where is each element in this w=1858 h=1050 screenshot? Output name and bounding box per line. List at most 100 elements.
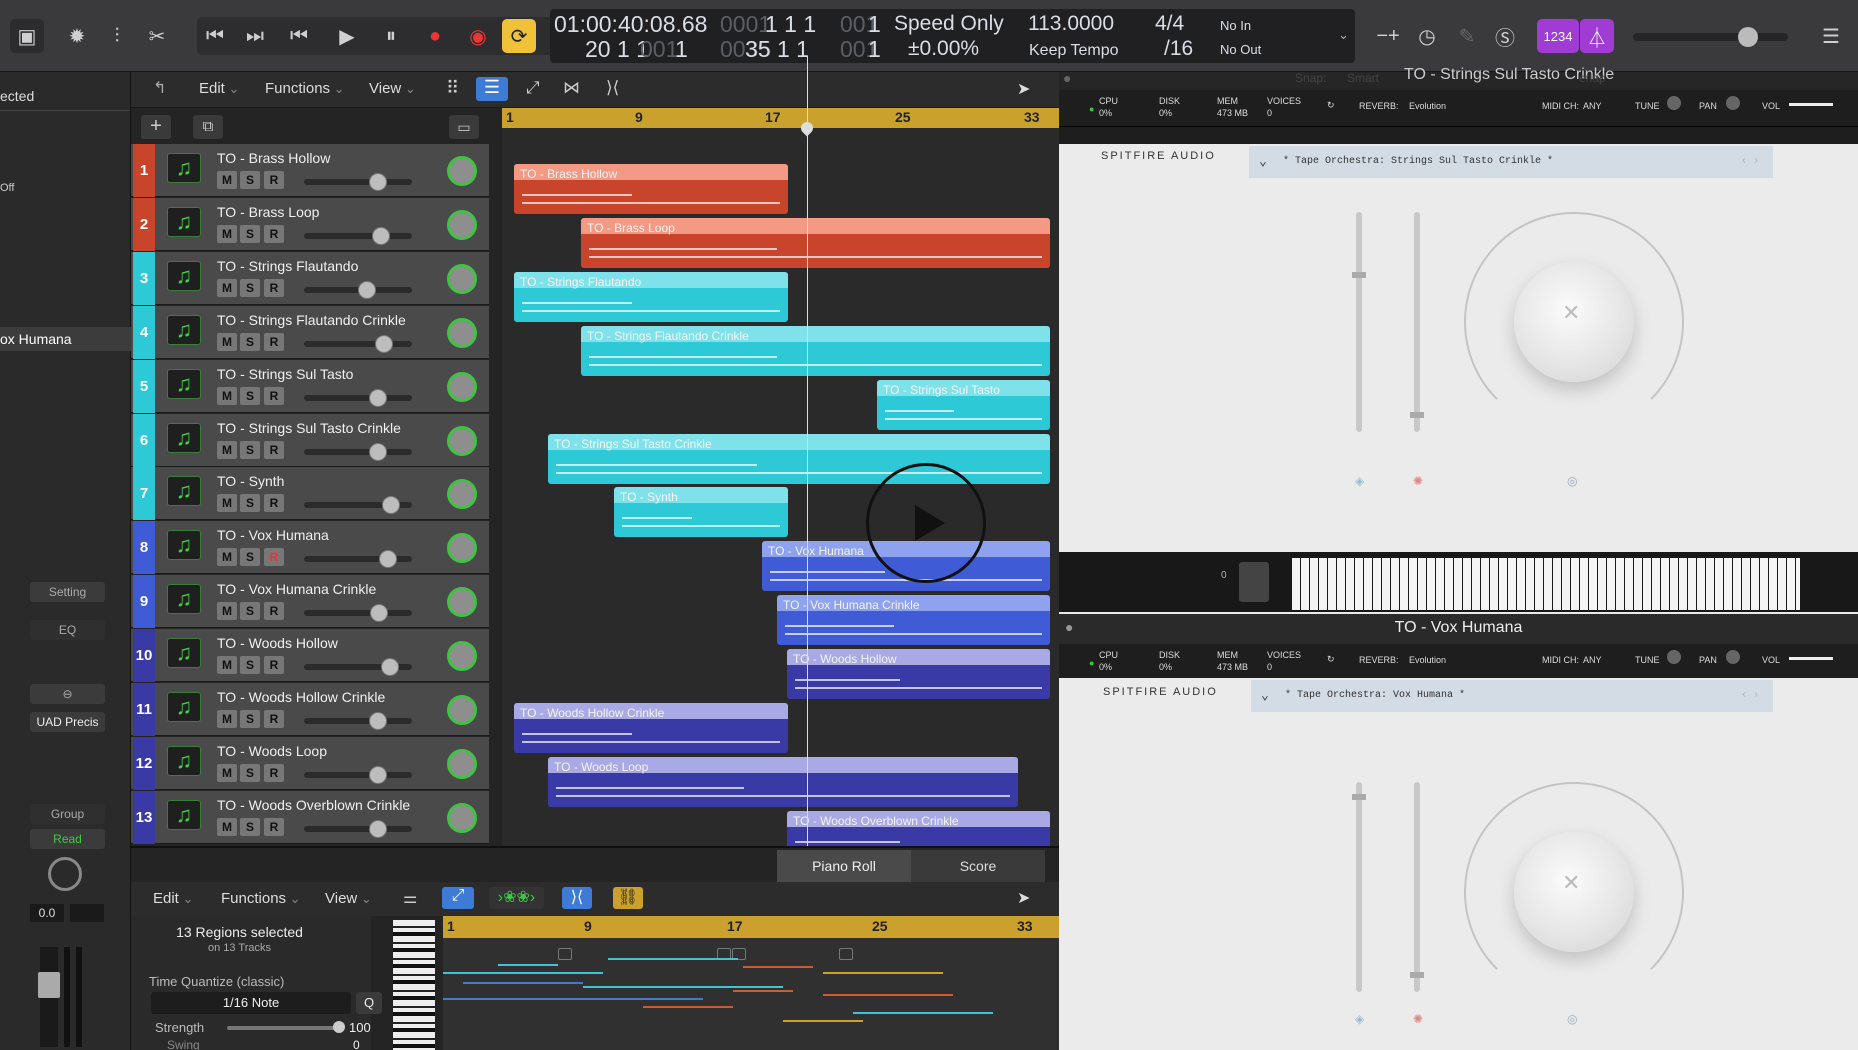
track-volume-knob[interactable] — [368, 442, 387, 461]
catch-icon[interactable]: ⟩⟨ — [606, 78, 619, 98]
track-name[interactable]: TO - Woods Hollow Crinkle — [217, 689, 385, 705]
global-tracks-icon[interactable]: ▭ — [449, 115, 479, 139]
track-volume-knob[interactable] — [368, 712, 387, 730]
mixer-icon[interactable]: ⫶ — [100, 19, 134, 53]
flex-icon[interactable]: ⋈ — [563, 78, 580, 98]
count-in-button[interactable]: 1234 — [1537, 19, 1579, 53]
cycle-button[interactable]: ⟳ — [502, 19, 536, 53]
pause-button[interactable]: ⏸ — [374, 19, 408, 53]
lcd-dropdown-icon[interactable]: ⌄ — [1338, 27, 1349, 43]
video-play-overlay[interactable] — [866, 463, 986, 583]
midi-note[interactable] — [443, 998, 703, 1000]
editor-view-menu[interactable]: View — [325, 890, 372, 907]
dynamics-handle[interactable] — [1410, 412, 1424, 418]
list-editors-icon[interactable]: ☰ — [1814, 19, 1848, 53]
track-header[interactable]: 10 ♫ TO - Woods Hollow M S R — [131, 629, 489, 683]
expression-handle[interactable] — [1352, 272, 1366, 278]
midi-note[interactable] — [823, 994, 953, 996]
metronome-clock-icon[interactable]: ◷ — [1410, 19, 1444, 53]
region[interactable]: TO - Brass Loop — [581, 217, 1050, 268]
track-header[interactable]: 2 ♫ TO - Brass Loop M S R — [131, 197, 489, 251]
track-header[interactable]: 7 ♫ TO - Synth M S R — [131, 467, 489, 521]
track-header[interactable]: 5 ♫ TO - Strings Sul Tasto M S R — [131, 359, 489, 413]
forward-icon[interactable]: ⏭ — [238, 19, 272, 53]
midi-channel-select[interactable]: ANY — [1583, 655, 1602, 665]
mute-button[interactable]: M — [217, 224, 237, 243]
editor-catch-icon[interactable]: ⟩⟨ — [562, 887, 592, 909]
track-pan-knob[interactable] — [447, 425, 477, 456]
mute-button[interactable]: M — [217, 656, 237, 675]
preset-selector-2[interactable]: ⌄ * Tape Orchestra: Vox Humana * ‹ › — [1251, 680, 1773, 712]
plugin-volume-slider[interactable] — [1789, 657, 1833, 660]
solo-button[interactable]: S — [240, 278, 260, 297]
solo-button[interactable]: S — [240, 763, 260, 782]
track-volume-knob[interactable] — [382, 496, 401, 515]
solo-button[interactable]: S — [240, 710, 260, 728]
tab-score[interactable]: Score — [911, 850, 1045, 882]
record-enable-button[interactable]: R — [264, 224, 284, 243]
go-to-start-icon[interactable]: ⏮ — [282, 19, 316, 53]
piano-keys[interactable] — [1292, 558, 1800, 610]
track-pan-knob[interactable] — [447, 533, 477, 564]
filter-icon[interactable]: ⚌ — [403, 888, 417, 908]
midi-note[interactable] — [733, 990, 793, 992]
track-name[interactable]: TO - Strings Sul Tasto Crinkle — [217, 420, 401, 436]
track-name[interactable]: TO - Vox Humana — [217, 527, 329, 543]
region[interactable]: TO - Vox Humana Crinkle — [777, 595, 1050, 646]
track-pan-knob[interactable] — [447, 479, 477, 510]
midi-note[interactable] — [443, 972, 603, 974]
region[interactable]: TO - Woods Hollow — [787, 649, 1050, 700]
plugin-keyboard[interactable]: 0 — [1059, 552, 1858, 612]
record-enable-button[interactable]: R — [264, 278, 284, 297]
record-enable-button[interactable]: R — [264, 440, 284, 459]
expression-icon[interactable]: ◈ — [1355, 474, 1364, 488]
region[interactable]: TO - Brass Hollow — [514, 164, 788, 214]
region[interactable]: TO - Woods Hollow Crinkle — [514, 703, 788, 753]
quantize-button[interactable]: Q — [356, 992, 382, 1014]
editor-automation-icon[interactable]: ⤢ — [442, 887, 474, 909]
track-name[interactable]: TO - Strings Flautando — [217, 258, 358, 274]
dynamics-icon[interactable]: ✺ — [1413, 474, 1423, 488]
settings-icon[interactable]: ◎ — [1567, 474, 1577, 488]
midi-channel-select[interactable]: ANY — [1583, 101, 1602, 111]
track-pan-knob[interactable] — [447, 748, 477, 779]
track-volume-knob[interactable] — [368, 388, 387, 407]
region[interactable]: TO - Strings Flautando Crinkle — [581, 325, 1050, 376]
strength-knob[interactable] — [333, 1021, 345, 1033]
pointer-tool-icon[interactable]: ➤ — [1017, 79, 1030, 99]
solo-button[interactable]: S — [240, 817, 260, 836]
track-volume-knob[interactable] — [380, 658, 399, 677]
solo-icon[interactable]: Ⓢ — [1488, 19, 1522, 53]
region[interactable]: TO - Strings Flautando — [514, 271, 788, 322]
functions-menu[interactable]: Functions — [265, 80, 345, 97]
track-volume-slider[interactable] — [304, 496, 412, 515]
editor-functions-menu[interactable]: Functions — [221, 890, 301, 907]
solo-button[interactable]: S — [240, 386, 260, 405]
midi-note[interactable] — [643, 1006, 733, 1008]
mute-button[interactable]: M — [217, 494, 237, 513]
mute-button[interactable]: M — [217, 710, 237, 728]
track-volume-slider[interactable] — [304, 442, 412, 461]
edit-menu[interactable]: Edit — [199, 80, 239, 97]
track-pan-knob[interactable] — [447, 263, 477, 294]
midi-note[interactable] — [823, 972, 943, 974]
record-enable-button[interactable]: R — [264, 710, 284, 728]
track-volume-slider[interactable] — [304, 226, 412, 245]
region-marker[interactable] — [839, 948, 853, 960]
record-enable-button[interactable]: R — [264, 332, 284, 351]
link-chain-icon[interactable]: ⛓ — [613, 887, 643, 909]
reverb-value[interactable]: Evolution — [1409, 655, 1446, 665]
reverb-value[interactable]: Evolution — [1409, 101, 1446, 111]
midi-note[interactable] — [498, 964, 558, 966]
tuner-icon[interactable]: −+ — [1368, 19, 1408, 53]
strength-slider[interactable] — [227, 1026, 337, 1030]
mute-button[interactable]: M — [217, 440, 237, 459]
plugin-volume-slider[interactable] — [1789, 103, 1833, 106]
record-enable-button[interactable]: R — [264, 763, 284, 782]
track-header[interactable]: 12 ♫ TO - Woods Loop M S R — [131, 736, 489, 790]
preset-selector-1[interactable]: ⌄ * Tape Orchestra: Strings Sul Tasto Cr… — [1249, 146, 1773, 178]
dynamics-slider-1[interactable] — [1414, 212, 1420, 432]
track-volume-slider[interactable] — [304, 819, 412, 838]
track-header[interactable]: 6 ♫ TO - Strings Sul Tasto Crinkle M S R — [131, 413, 489, 467]
dynamics-handle[interactable] — [1410, 972, 1424, 978]
